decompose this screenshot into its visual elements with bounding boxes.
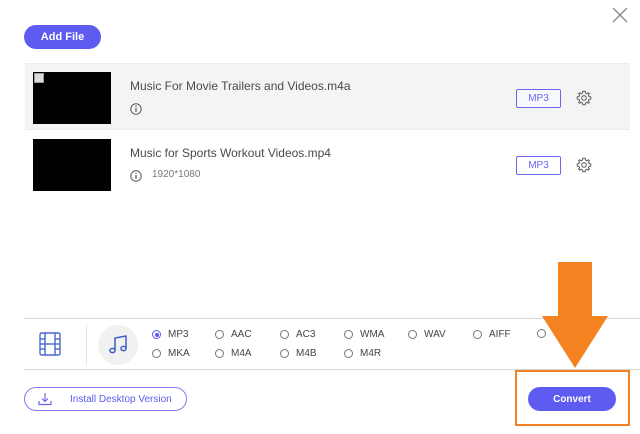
radio-button[interactable]	[280, 330, 289, 339]
broken-image-icon	[34, 73, 44, 83]
format-label: AC3	[296, 329, 316, 340]
format-label: M4B	[296, 348, 317, 359]
radio-button[interactable]	[408, 330, 417, 339]
format-option-mka[interactable]: MKA	[152, 348, 190, 359]
format-label: M4R	[360, 348, 382, 359]
format-label: M4A	[231, 348, 252, 359]
format-option-m4b[interactable]: M4B	[280, 348, 317, 359]
radio-button[interactable]	[280, 349, 289, 358]
output-format-badge[interactable]: MP3	[516, 156, 561, 175]
install-desktop-button[interactable]: Install Desktop Version	[24, 387, 187, 411]
video-format-tab[interactable]	[38, 331, 62, 357]
download-icon	[37, 391, 53, 407]
radio-button[interactable]	[344, 330, 353, 339]
file-row[interactable]: Music For Movie Trailers and Videos.m4a …	[25, 63, 630, 130]
output-format-badge[interactable]: MP3	[516, 89, 561, 108]
format-option-aiff[interactable]: AIFF	[473, 329, 511, 340]
format-label: MKA	[168, 348, 190, 359]
file-name: Music For Movie Trailers and Videos.m4a	[130, 79, 351, 93]
file-name: Music for Sports Workout Videos.mp4	[130, 146, 331, 160]
file-row[interactable]: Music for Sports Workout Videos.mp4 1920…	[25, 131, 630, 198]
format-label: MP3	[168, 329, 189, 340]
format-label: AAC	[231, 329, 252, 340]
format-option-aac[interactable]: AAC	[215, 329, 252, 340]
radio-button[interactable]	[473, 330, 482, 339]
file-thumbnail	[33, 139, 111, 191]
gear-icon[interactable]	[576, 157, 592, 173]
format-label: WAV	[424, 329, 446, 340]
format-option-m4a[interactable]: M4A	[215, 348, 252, 359]
format-panel: MP3 AAC AC3 WMA WAV AIFF MKA M4A M4B M4R	[24, 318, 640, 370]
radio-button[interactable]	[152, 349, 161, 358]
format-option-wma[interactable]: WMA	[344, 329, 384, 340]
install-label: Install Desktop Version	[70, 394, 172, 405]
format-option-mp3[interactable]: MP3	[152, 329, 189, 340]
info-icon[interactable]	[130, 169, 142, 182]
info-icon[interactable]	[130, 102, 142, 115]
add-file-button[interactable]: Add File	[24, 25, 101, 49]
file-resolution: 1920*1080	[152, 169, 201, 180]
panel-divider	[86, 325, 87, 365]
radio-button[interactable]	[215, 330, 224, 339]
format-option-m4r[interactable]: M4R	[344, 348, 381, 359]
format-label: WMA	[360, 329, 385, 340]
audio-format-tab[interactable]	[98, 325, 138, 365]
music-note-icon	[109, 335, 127, 354]
gear-icon[interactable]	[576, 90, 592, 106]
format-label: AIFF	[489, 329, 511, 340]
file-thumbnail	[33, 72, 111, 124]
radio-button[interactable]	[344, 349, 353, 358]
convert-button[interactable]: Convert	[528, 387, 616, 411]
film-icon	[39, 332, 61, 356]
radio-button[interactable]	[537, 329, 546, 338]
radio-button[interactable]	[152, 330, 161, 339]
radio-button[interactable]	[215, 349, 224, 358]
close-icon	[612, 7, 628, 23]
format-option-wav[interactable]: WAV	[408, 329, 446, 340]
format-option-hidden[interactable]	[537, 329, 553, 338]
close-button[interactable]	[611, 6, 629, 24]
format-option-ac3[interactable]: AC3	[280, 329, 315, 340]
